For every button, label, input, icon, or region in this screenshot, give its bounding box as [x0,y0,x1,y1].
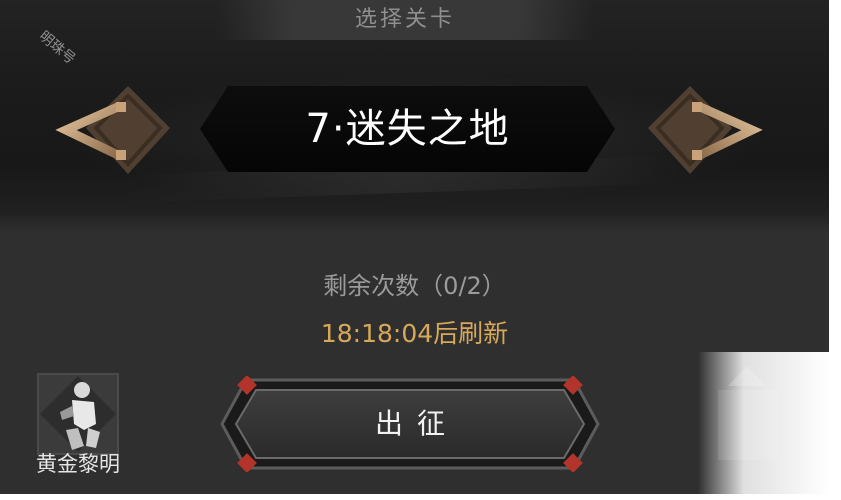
hero-name: 黄金黎明 [36,452,120,476]
level-name: 7·迷失之地 [305,106,510,152]
edge-fade [698,352,829,494]
chevron-right-icon [648,86,763,174]
depart-button[interactable]: 出征 [220,376,600,472]
chevron-left-icon [55,86,170,174]
level-name-plate: 7·迷失之地 [200,86,615,172]
prev-level-button[interactable] [48,78,178,188]
level-select-panel: 选择关卡 明珠号 7·迷失之地 剩余次数（0/2） 18:18:04后刷新 黄金… [0,0,829,494]
remaining-attempts: 剩余次数（0/2） [323,272,506,300]
refresh-countdown: 18:18:04后刷新 [320,319,509,348]
depart-button-label: 出征 [374,407,459,440]
hero-portrait-icon [37,373,119,455]
next-level-button[interactable] [640,78,770,188]
page-title: 选择关卡 [354,7,455,32]
hero-selector[interactable]: 黄金黎明 [28,372,128,494]
